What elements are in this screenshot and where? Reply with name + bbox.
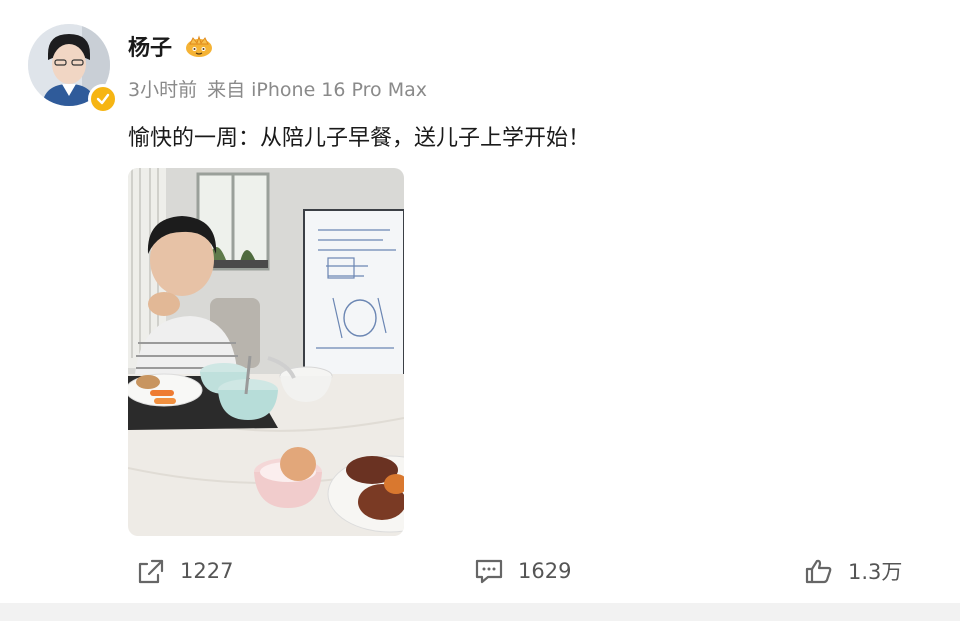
crown-icon[interactable]	[184, 34, 214, 58]
like-count: 1.3万	[848, 560, 903, 584]
feed-separator	[0, 603, 960, 621]
comment-count: 1629	[518, 559, 572, 583]
post-photo[interactable]	[128, 168, 404, 536]
comment-button[interactable]: 1629	[474, 555, 571, 587]
post-meta: 3小时前 来自 iPhone 16 Pro Max	[128, 75, 437, 102]
post-time: 3小时前	[128, 79, 198, 101]
share-icon	[138, 559, 164, 584]
weibo-post-card: 杨子 3小时前 来自 iPhone 16 Pro Max 愉快的一周：从陪儿子早餐…	[0, 0, 960, 603]
post-source: 来自 iPhone 16 Pro Max	[207, 79, 427, 101]
username[interactable]: 杨子	[128, 30, 172, 62]
like-button[interactable]: 1.3万	[804, 555, 902, 587]
verified-badge-icon	[88, 84, 118, 114]
share-button[interactable]: 1227	[136, 555, 233, 587]
share-count: 1227	[180, 559, 234, 583]
comment-icon	[475, 559, 503, 584]
thumbs-up-icon	[805, 559, 832, 584]
post-text: 愉快的一周：从陪儿子早餐，送儿子上学开始！	[128, 126, 591, 151]
